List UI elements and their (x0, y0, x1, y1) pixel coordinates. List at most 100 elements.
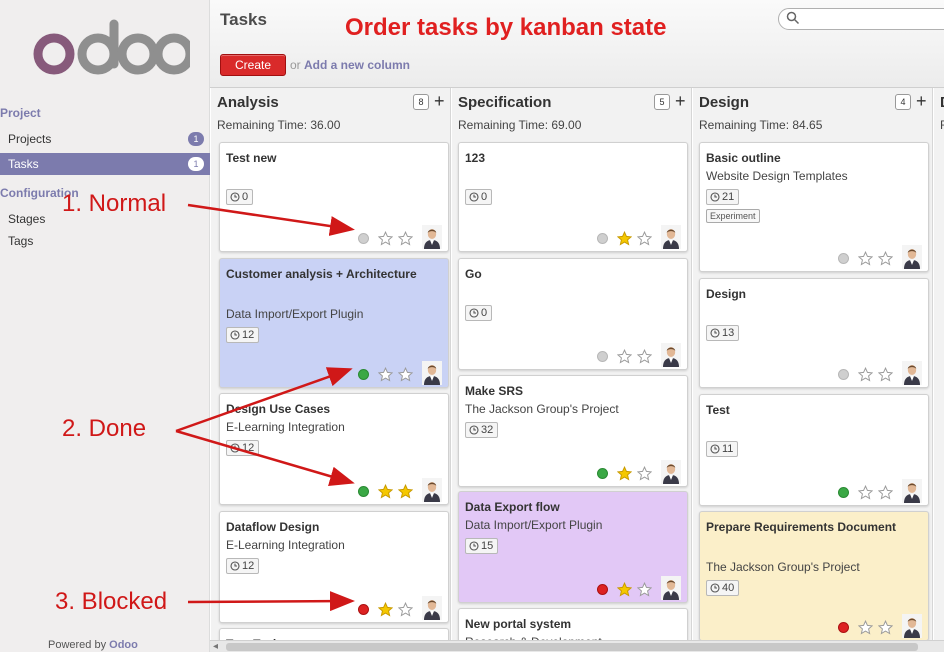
column-add-icon[interactable]: + (916, 91, 927, 112)
priority-star-empty-icon[interactable] (858, 620, 873, 635)
card-title[interactable]: Dataflow Design (226, 518, 436, 537)
priority-star-empty-icon[interactable] (858, 251, 873, 266)
kanban-state-normal-icon[interactable] (838, 253, 849, 264)
user-avatar[interactable] (902, 479, 922, 503)
sidebar-item-projects[interactable]: Projects 1 (0, 128, 210, 150)
card-title[interactable]: New portal system (465, 615, 675, 634)
user-avatar[interactable] (902, 361, 922, 385)
column-title[interactable]: Specification (458, 94, 551, 111)
odoo-logo[interactable] (30, 18, 190, 78)
kanban-state-normal-icon[interactable] (597, 351, 608, 362)
scroll-left-icon[interactable]: ◂ (213, 641, 218, 652)
kanban-card[interactable]: 123 0 (458, 142, 688, 252)
kanban-card[interactable]: Design Use Cases E-Learning Integration 12 (219, 393, 449, 505)
user-avatar[interactable] (902, 245, 922, 269)
kanban-state-blocked-icon[interactable] (838, 622, 849, 633)
kanban-card[interactable]: New portal systemResearch & Development (458, 608, 688, 640)
priority-star-filled-icon[interactable] (617, 466, 632, 481)
scrollbar-thumb[interactable] (226, 643, 918, 651)
card-hours-badge: 11 (706, 441, 739, 457)
kanban-card[interactable]: Test Task (219, 628, 449, 640)
user-avatar[interactable] (661, 576, 681, 600)
priority-star-empty-icon[interactable] (398, 231, 413, 246)
kanban-state-normal-icon[interactable] (597, 233, 608, 244)
priority-star-filled-icon[interactable] (617, 231, 632, 246)
card-tag[interactable]: Experiment (706, 209, 760, 223)
user-avatar[interactable] (422, 596, 442, 620)
priority-star-empty-icon[interactable] (878, 620, 893, 635)
kanban-card[interactable]: Dataflow Design E-Learning Integration 12 (219, 511, 449, 623)
priority-star-empty-icon[interactable] (878, 251, 893, 266)
clock-icon (230, 561, 240, 571)
card-title[interactable]: Design Use Cases (226, 400, 436, 419)
priority-star-empty-icon[interactable] (878, 367, 893, 382)
user-avatar[interactable] (422, 478, 442, 502)
card-title[interactable]: Go (465, 265, 675, 284)
user-avatar[interactable] (422, 361, 442, 385)
kanban-state-normal-icon[interactable] (358, 233, 369, 244)
card-hours-badge: 15 (465, 538, 499, 554)
kanban-card[interactable]: Test new 0 (219, 142, 449, 252)
kanban-state-done-icon[interactable] (597, 468, 608, 479)
user-avatar[interactable] (661, 343, 681, 367)
kanban-state-normal-icon[interactable] (838, 369, 849, 380)
kanban-card[interactable]: Go 0 (458, 258, 688, 370)
create-button[interactable]: Create (220, 54, 286, 76)
search-input[interactable] (778, 8, 944, 30)
priority-star-empty-icon[interactable] (637, 466, 652, 481)
card-title[interactable]: Test new (226, 149, 436, 168)
kanban-state-blocked-icon[interactable] (358, 604, 369, 615)
clock-icon (469, 308, 479, 318)
priority-star-empty-icon[interactable] (617, 349, 632, 364)
column-title[interactable]: Analysis (217, 94, 279, 111)
user-avatar[interactable] (422, 225, 442, 249)
priority-star-filled-icon[interactable] (398, 484, 413, 499)
add-column-link[interactable]: Add a new column (304, 58, 410, 72)
priority-star-empty-icon[interactable] (637, 582, 652, 597)
column-add-icon[interactable]: + (675, 91, 686, 112)
sidebar-item-tasks[interactable]: Tasks 1 (0, 153, 210, 175)
card-title[interactable]: Data Export flow (465, 498, 675, 517)
priority-star-empty-icon[interactable] (398, 367, 413, 382)
priority-star-empty-icon[interactable] (378, 231, 393, 246)
priority-star-empty-icon[interactable] (637, 349, 652, 364)
column-add-icon[interactable]: + (434, 91, 445, 112)
priority-star-empty-icon[interactable] (378, 367, 393, 382)
kanban-card[interactable]: Test 11 (699, 394, 929, 506)
priority-star-filled-icon[interactable] (378, 484, 393, 499)
priority-star-empty-icon[interactable] (637, 231, 652, 246)
clock-icon (710, 192, 720, 202)
user-avatar[interactable] (661, 460, 681, 484)
priority-star-empty-icon[interactable] (398, 602, 413, 617)
priority-star-empty-icon[interactable] (878, 485, 893, 500)
card-title[interactable]: Basic outline (706, 149, 916, 168)
kanban-card[interactable]: Make SRS The Jackson Group's Project 32 (458, 375, 688, 487)
kanban-card[interactable]: Design 13 (699, 278, 929, 388)
card-title[interactable]: 123 (465, 149, 675, 168)
kanban-state-done-icon[interactable] (358, 486, 369, 497)
card-title[interactable]: Prepare Requirements Document (706, 518, 916, 537)
user-avatar[interactable] (661, 225, 681, 249)
column-title[interactable]: D (940, 94, 944, 111)
kanban-card[interactable]: Customer analysis + Architecture Data Imp… (219, 258, 449, 388)
priority-star-empty-icon[interactable] (858, 367, 873, 382)
card-title[interactable]: Test (706, 401, 916, 420)
horizontal-scrollbar[interactable]: ◂ (210, 640, 944, 652)
card-project: Data Import/Export Plugin (465, 518, 603, 532)
priority-star-empty-icon[interactable] (858, 485, 873, 500)
column-title[interactable]: Design (699, 94, 749, 111)
sidebar-item-tags[interactable]: Tags (0, 230, 210, 252)
kanban-state-done-icon[interactable] (358, 369, 369, 380)
card-title[interactable]: Design (706, 285, 916, 304)
kanban-card[interactable]: Data Export flow Data Import/Export Plugi… (458, 491, 688, 603)
kanban-card[interactable]: Prepare Requirements Document The Jackson… (699, 511, 929, 640)
powered-by-link[interactable]: Odoo (109, 639, 138, 651)
priority-star-filled-icon[interactable] (378, 602, 393, 617)
card-title[interactable]: Make SRS (465, 382, 675, 401)
kanban-card[interactable]: Basic outline Website Design Templates 21 E… (699, 142, 929, 272)
priority-star-filled-icon[interactable] (617, 582, 632, 597)
user-avatar[interactable] (902, 614, 922, 638)
kanban-state-done-icon[interactable] (838, 487, 849, 498)
kanban-state-blocked-icon[interactable] (597, 584, 608, 595)
card-title[interactable]: Customer analysis + Architecture (226, 265, 436, 284)
